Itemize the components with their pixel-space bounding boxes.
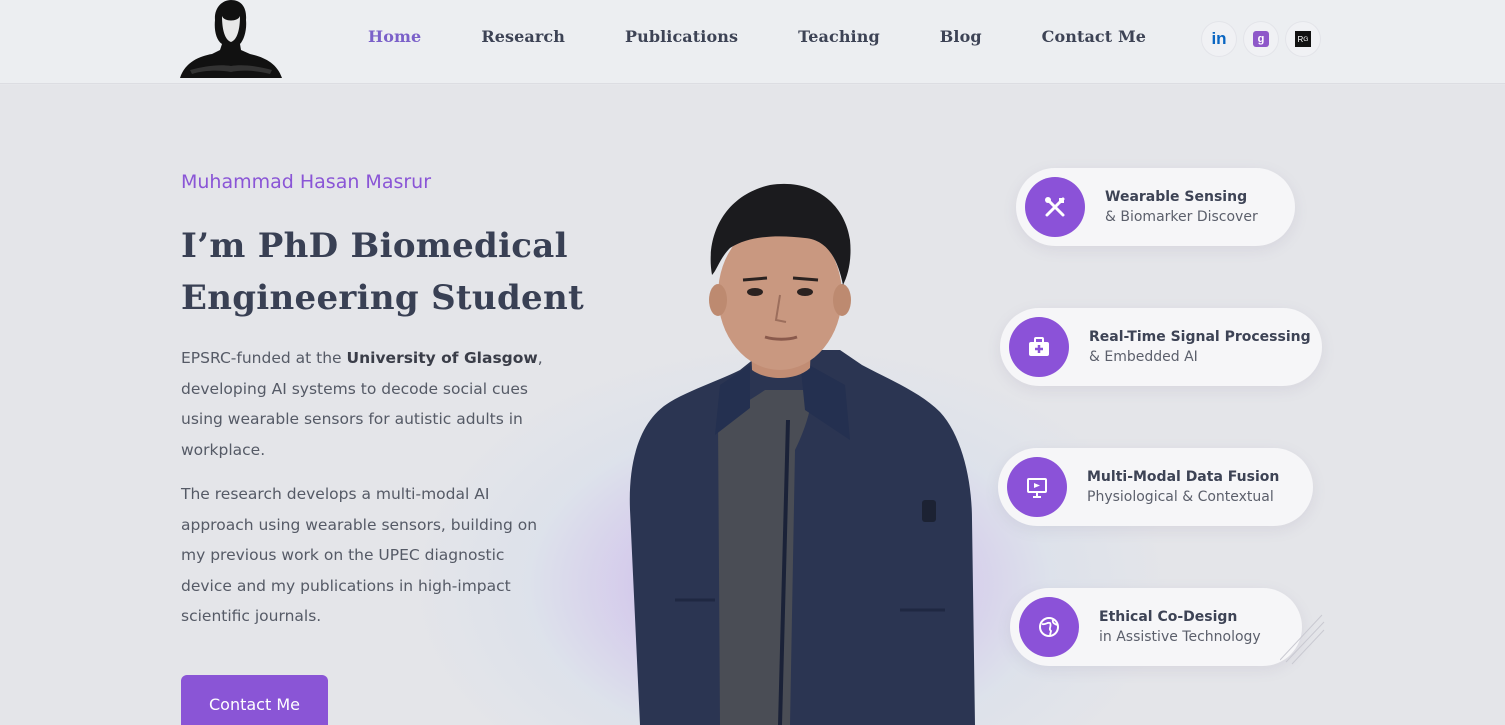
globe-icon (1019, 597, 1079, 657)
presentation-icon (1007, 457, 1067, 517)
nav-research[interactable]: Research (481, 27, 565, 46)
feature-subtitle: & Biomarker Discover (1105, 209, 1258, 225)
feature-title: Ethical Co-Design (1099, 609, 1238, 625)
nav-home[interactable]: Home (368, 27, 421, 46)
logo-portrait-silhouette[interactable] (180, 0, 282, 80)
feature-title: Real-Time Signal Processing (1089, 329, 1311, 345)
nav-publications[interactable]: Publications (625, 27, 738, 46)
person-name: Muhammad Hasan Masrur (181, 171, 432, 193)
research-paragraph: The research develops a multi-modal AI a… (181, 485, 538, 625)
social-links: in g RG (1202, 22, 1320, 56)
tools-icon (1025, 177, 1085, 237)
feature-subtitle: & Embedded AI (1089, 349, 1198, 365)
intro-text-pre: EPSRC-funded at the (181, 349, 347, 367)
linkedin-icon: in (1211, 29, 1227, 48)
google-scholar-icon: g (1253, 31, 1269, 47)
site-header: Home Research Publications Teaching Blog… (0, 0, 1505, 84)
researchgate-link[interactable]: RG (1286, 22, 1320, 56)
linkedin-link[interactable]: in (1202, 22, 1236, 56)
nav-blog[interactable]: Blog (940, 27, 982, 46)
researchgate-icon: RG (1295, 31, 1311, 47)
portrait-photo (629, 183, 975, 725)
contact-me-button[interactable]: Contact Me (181, 675, 328, 725)
feature-title: Multi-Modal Data Fusion (1087, 469, 1280, 485)
feature-title: Wearable Sensing (1105, 189, 1248, 205)
feature-subtitle: Physiological & Contextual (1087, 489, 1274, 505)
headline-line-1: I’m PhD Biomedical (181, 226, 568, 266)
feature-ethical-codesign: Ethical Co-Design in Assistive Technolog… (1010, 588, 1302, 666)
decorative-lines (1280, 614, 1325, 665)
feature-signal-processing: Real-Time Signal Processing & Embedded A… (1000, 308, 1322, 386)
university-name: University of Glasgow (346, 349, 538, 367)
nav-teaching[interactable]: Teaching (798, 27, 880, 46)
nav-contact[interactable]: Contact Me (1042, 27, 1146, 46)
feature-wearable-sensing: Wearable Sensing & Biomarker Discover (1016, 168, 1295, 246)
feature-subtitle: in Assistive Technology (1099, 629, 1261, 645)
hero-headline: I’m PhD Biomedical Engineering Student (181, 220, 601, 324)
main-nav: Home Research Publications Teaching Blog… (368, 27, 1206, 46)
google-scholar-link[interactable]: g (1244, 22, 1278, 56)
medical-kit-icon (1009, 317, 1069, 377)
feature-data-fusion: Multi-Modal Data Fusion Physiological & … (998, 448, 1313, 526)
headline-line-2: Engineering Student (181, 278, 584, 318)
intro-paragraph: EPSRC-funded at the University of Glasgo… (181, 343, 556, 465)
